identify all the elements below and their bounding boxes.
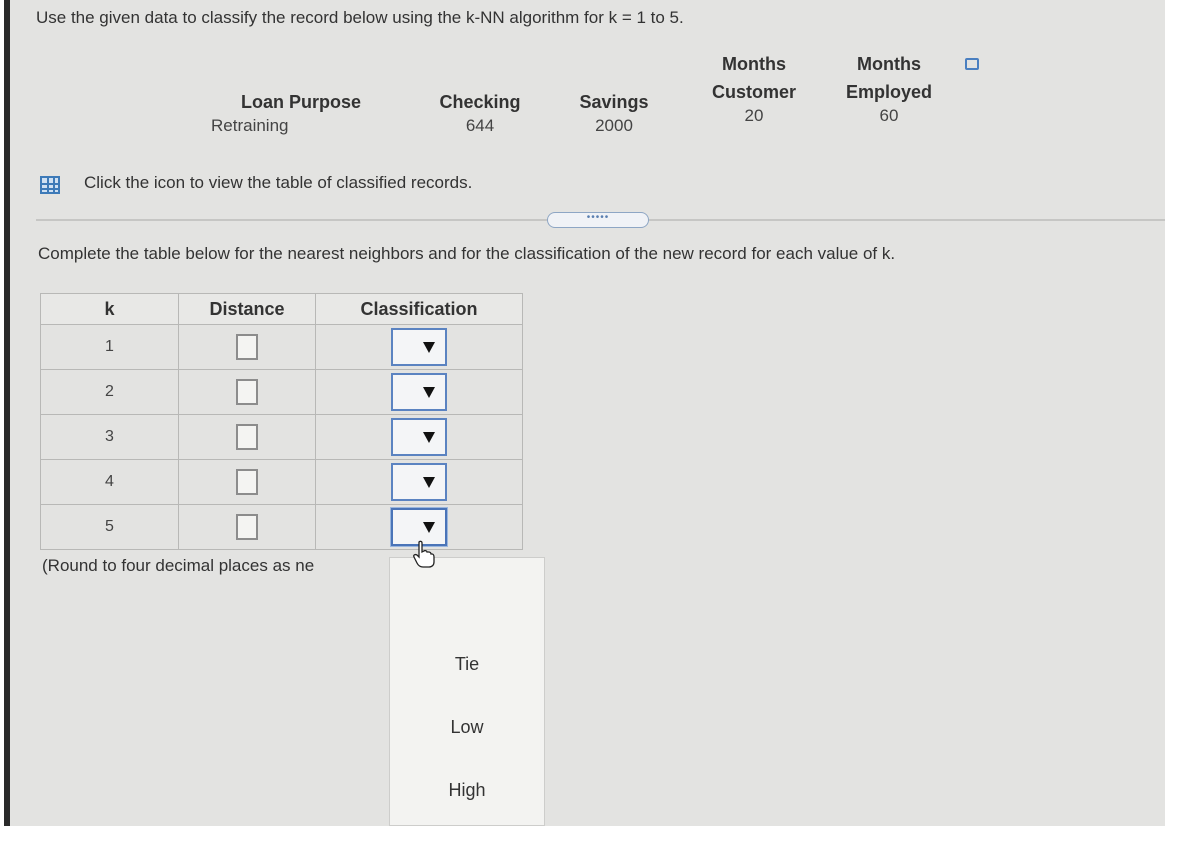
neighbors-table: k Distance Classification 1 2 3 4 5 <box>40 293 523 550</box>
col-months-employed-value: 60 <box>879 106 899 125</box>
header-distance: Distance <box>178 293 316 325</box>
expand-dots-button[interactable]: ••••• <box>547 212 649 228</box>
col-checking-value: 644 <box>465 116 495 135</box>
classification-cell <box>315 459 523 505</box>
grid-table-icon[interactable] <box>40 176 60 194</box>
distance-cell <box>178 414 316 460</box>
col-savings-header: Savings <box>579 92 649 112</box>
table-header-row: k Distance Classification <box>40 293 523 325</box>
col-savings: Savings 2000 <box>564 60 664 136</box>
hand-pointer-icon <box>413 540 435 568</box>
distance-input[interactable] <box>236 469 258 495</box>
icon-link-text: Click the icon to view the table of clas… <box>84 173 473 192</box>
col-months-customer: Months Customer 20 <box>694 50 814 126</box>
classification-cell <box>315 324 523 370</box>
classification-dropdown[interactable] <box>391 463 447 501</box>
col-months-customer-header-2: Customer <box>711 82 796 102</box>
col-checking-header: Checking <box>439 92 521 112</box>
distance-cell <box>178 504 316 550</box>
col-loan-purpose-value: Retraining <box>211 116 289 135</box>
row-k-value: 5 <box>40 504 179 550</box>
distance-cell <box>178 324 316 370</box>
copy-icon[interactable] <box>965 58 979 70</box>
col-checking: Checking 644 <box>420 60 540 136</box>
row-k-value: 1 <box>40 324 179 370</box>
distance-cell <box>178 459 316 505</box>
row-k-value: 3 <box>40 414 179 460</box>
distance-input[interactable] <box>236 424 258 450</box>
col-months-customer-header-1: Months <box>722 54 786 74</box>
table-row: 4 <box>40 459 523 505</box>
distance-input[interactable] <box>236 379 258 405</box>
option-high[interactable]: High <box>390 780 544 801</box>
distance-input[interactable] <box>236 334 258 360</box>
classification-dropdown[interactable] <box>391 328 447 366</box>
distance-cell <box>178 369 316 415</box>
table-row: 3 <box>40 414 523 460</box>
col-savings-value: 2000 <box>595 116 633 135</box>
classification-cell <box>315 414 523 460</box>
screen: Use the given data to classify the recor… <box>4 0 1165 826</box>
classification-dropdown[interactable] <box>391 373 447 411</box>
row-k-value: 2 <box>40 369 179 415</box>
col-months-employed-header-2: Employed <box>845 82 933 102</box>
col-months-employed-header-1: Months <box>857 54 921 74</box>
option-low[interactable]: Low <box>390 717 544 738</box>
header-k: k <box>40 293 179 325</box>
instruction-text: Complete the table below for the nearest… <box>38 244 896 263</box>
col-loan-purpose-header-1 <box>209 60 399 88</box>
classification-dropdown-menu: Tie Low High <box>389 557 545 826</box>
table-row: 2 <box>40 369 523 415</box>
table-row: 5 <box>40 504 523 550</box>
row-k-value: 4 <box>40 459 179 505</box>
triangle-down-icon <box>423 432 435 443</box>
triangle-down-icon <box>423 477 435 488</box>
col-loan-purpose: Loan Purpose Retraining <box>209 60 399 136</box>
classification-dropdown[interactable] <box>391 418 447 456</box>
triangle-down-icon <box>423 522 435 533</box>
triangle-down-icon <box>423 342 435 353</box>
col-months-customer-value: 20 <box>744 106 764 125</box>
col-savings-header-1 <box>564 60 664 88</box>
header-classification: Classification <box>315 293 523 325</box>
option-tie[interactable]: Tie <box>390 654 544 675</box>
col-checking-header-1 <box>420 60 540 88</box>
table-row: 1 <box>40 324 523 370</box>
col-months-employed: Months Employed 60 <box>829 50 949 126</box>
round-note: (Round to four decimal places as ne <box>42 556 315 575</box>
triangle-down-icon <box>423 387 435 398</box>
classification-cell <box>315 369 523 415</box>
col-loan-purpose-header: Loan Purpose <box>240 92 361 112</box>
distance-input[interactable] <box>236 514 258 540</box>
question-prompt: Use the given data to classify the recor… <box>36 8 684 27</box>
